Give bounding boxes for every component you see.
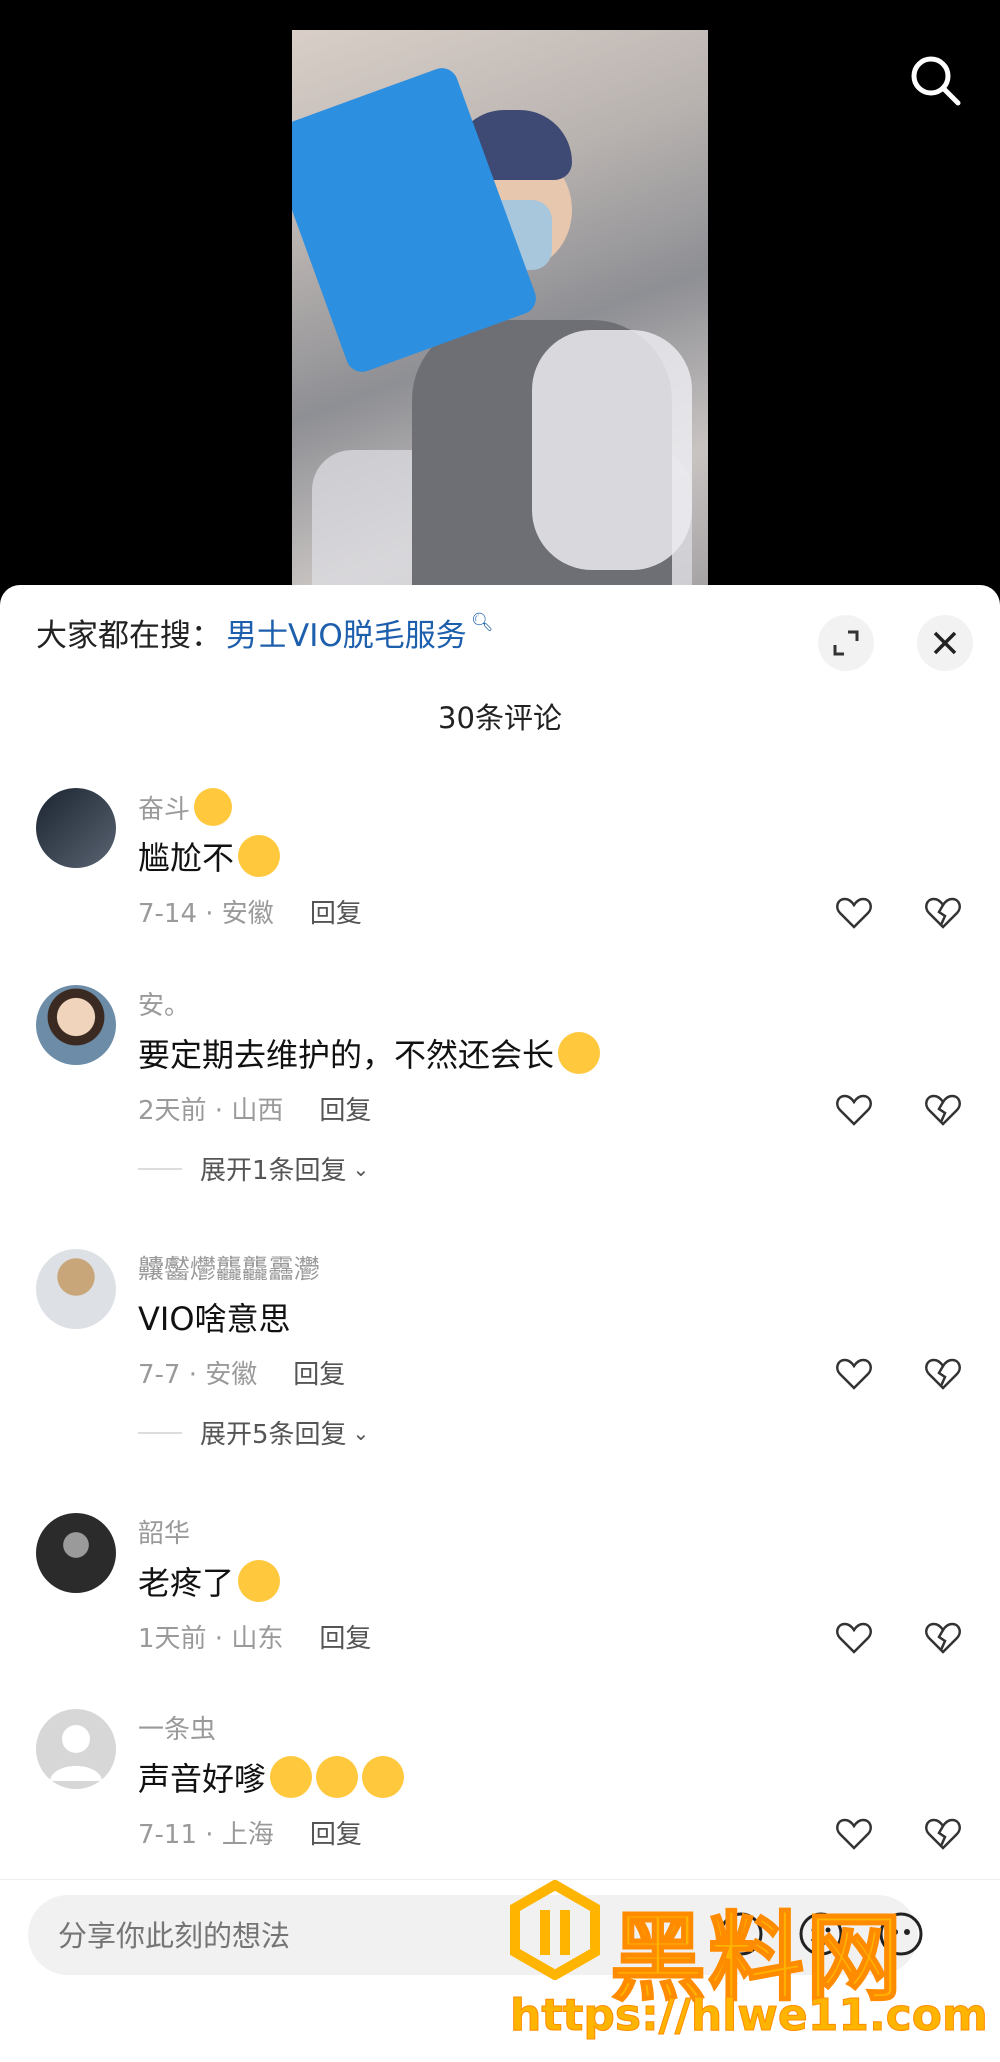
avatar[interactable]	[36, 1709, 116, 1789]
comment-text: VIO啥意思	[138, 1300, 291, 1338]
broken-heart-icon[interactable]	[923, 1618, 963, 1658]
video-frame[interactable]	[292, 30, 708, 590]
expand-icon	[833, 630, 859, 656]
heart-eyes-emoji	[362, 1756, 405, 1798]
heart-icon[interactable]	[834, 893, 874, 933]
comment-username[interactable]: 安。	[138, 985, 190, 1022]
avatar[interactable]	[36, 985, 116, 1065]
heart-eyes-emoji	[316, 1756, 359, 1798]
comment-text: 老疼了	[138, 1564, 235, 1602]
comment-meta: 7-14 · 安徽	[138, 899, 274, 929]
heart-eyes-emoji	[270, 1756, 313, 1798]
comment-meta: 7-11 · 上海	[138, 1820, 274, 1850]
tears-of-joy-emoji	[558, 1032, 601, 1074]
heart-icon[interactable]	[834, 1354, 874, 1394]
broken-heart-icon[interactable]	[923, 1090, 963, 1130]
comment-username[interactable]: 奋斗	[138, 789, 190, 826]
expand-replies-button[interactable]: 展开1条回复 ⌄	[138, 1150, 369, 1187]
crying-emoji	[238, 1560, 281, 1602]
at-mention-icon[interactable]	[715, 1908, 767, 1960]
comment-text: 声音好嗲	[138, 1760, 267, 1798]
reply-button[interactable]: 回复	[310, 1820, 362, 1850]
footer-divider	[0, 1879, 1000, 1880]
comments-count: 30条评论	[438, 701, 562, 735]
expand-replies-label: 展开1条回复	[200, 1156, 347, 1186]
sticker-icon[interactable]	[875, 1908, 927, 1960]
default-avatar-icon	[50, 1725, 102, 1781]
broken-heart-icon[interactable]	[923, 1814, 963, 1854]
expand-replies-button[interactable]: 展开5条回复 ⌄	[138, 1414, 369, 1451]
chevron-down-icon: ⌄	[352, 1156, 370, 1181]
heart-icon[interactable]	[834, 1618, 874, 1658]
heart-icon[interactable]	[834, 1090, 874, 1130]
trending-prefix: 大家都在搜：	[36, 618, 222, 654]
comment-meta: 2天前 · 山西	[138, 1096, 284, 1126]
expand-button[interactable]	[818, 615, 874, 671]
trending-search-link[interactable]: 男士VIO脱毛服务	[226, 610, 467, 655]
broken-heart-icon[interactable]	[923, 1354, 963, 1394]
comment-meta: 7-7 · 安徽	[138, 1360, 258, 1390]
broken-heart-icon[interactable]	[923, 893, 963, 933]
expand-replies-label: 展开5条回复	[200, 1420, 347, 1450]
comment-text: 尴尬不	[138, 839, 235, 877]
avatar[interactable]	[36, 788, 116, 868]
comment-username[interactable]: 齉齾爩龘龘靐灪	[138, 1249, 320, 1286]
video-player[interactable]	[0, 0, 1000, 600]
comment-meta: 1天前 · 山东	[138, 1624, 284, 1654]
reply-button[interactable]: 回复	[319, 1624, 371, 1654]
emoji-icon[interactable]	[795, 1908, 847, 1960]
reply-button[interactable]: 回复	[293, 1360, 345, 1390]
comment-sheet: 大家都在搜： 男士VIO脱毛服务 🔍︎ 30条评论 奋斗 尴尬不 7-14 · …	[0, 585, 1000, 2062]
search-icon[interactable]	[905, 50, 965, 110]
close-icon	[933, 631, 957, 655]
comment-username[interactable]: 韶华	[138, 1513, 190, 1550]
tears-of-joy-emoji	[238, 835, 281, 877]
trending-search: 大家都在搜： 男士VIO脱毛服务 🔍︎	[36, 610, 494, 655]
comment-input-bar[interactable]	[28, 1895, 918, 1977]
avatar[interactable]	[36, 1513, 116, 1593]
comment-text: 要定期去维护的，不然还会长	[138, 1036, 555, 1074]
avatar[interactable]	[36, 1249, 116, 1329]
close-button[interactable]	[917, 615, 973, 671]
search-small-icon: 🔍︎	[470, 612, 494, 633]
kissing-heart-emoji	[194, 788, 233, 826]
comment-username[interactable]: 一条虫	[138, 1709, 216, 1746]
heart-icon[interactable]	[834, 1814, 874, 1854]
comment-input[interactable]	[56, 1895, 560, 1977]
reply-button[interactable]: 回复	[310, 899, 362, 929]
reply-button[interactable]: 回复	[319, 1096, 371, 1126]
chevron-down-icon: ⌄	[352, 1420, 370, 1445]
